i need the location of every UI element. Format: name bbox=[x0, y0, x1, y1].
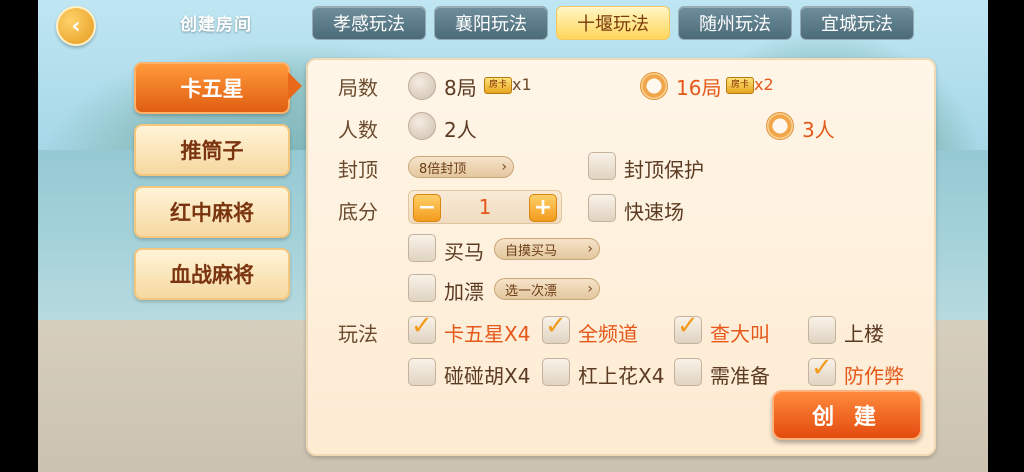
buy-horse-dropdown-value: 自摸买马 bbox=[505, 243, 558, 259]
rule-fangzuobi-label: 防作弊 bbox=[844, 364, 904, 388]
rule-gangshanghua-label: 杠上花X4 bbox=[578, 364, 665, 388]
quick-mode-label: 快速场 bbox=[624, 200, 684, 224]
base-score-stepper: − 1 + bbox=[408, 190, 562, 224]
tab-suizhou[interactable]: 随州玩法 bbox=[678, 6, 792, 40]
check-icon: ✓ bbox=[811, 353, 833, 383]
page-title: 创建房间 bbox=[180, 15, 252, 35]
settings-panel: 局数 8局 房卡 x1 16局 房卡 x2 人数 2人 3人 封顶 8倍封顶 ›… bbox=[306, 58, 936, 456]
rounds-label: 局数 bbox=[338, 76, 378, 100]
tab-yicheng[interactable]: 宜城玩法 bbox=[800, 6, 914, 40]
chevron-right-icon: › bbox=[501, 159, 507, 175]
rule-pengpenghu-checkbox[interactable] bbox=[408, 358, 436, 386]
players-3-radio[interactable] bbox=[766, 112, 794, 140]
check-icon: ✓ bbox=[677, 311, 699, 341]
chevron-right-icon: › bbox=[587, 281, 593, 297]
chevron-right-icon: › bbox=[587, 241, 593, 257]
tab-shiyan[interactable]: 十堰玩法 bbox=[556, 6, 670, 40]
rule-fangzuobi-checkbox[interactable]: ✓ bbox=[808, 353, 836, 386]
rule-quanpindao-label: 全频道 bbox=[578, 322, 638, 346]
piao-dropdown[interactable]: 选一次漂 › bbox=[494, 278, 600, 300]
sidebar: 卡五星 推筒子 红中麻将 血战麻将 bbox=[134, 62, 302, 310]
piao-checkbox[interactable] bbox=[408, 274, 436, 302]
rule-shanglou-checkbox[interactable] bbox=[808, 316, 836, 344]
rule-xuzhunbei-checkbox[interactable] bbox=[674, 358, 702, 386]
room-card-icon: 房卡 bbox=[726, 77, 754, 94]
back-button[interactable]: ‹ bbox=[56, 6, 96, 46]
piao-dropdown-value: 选一次漂 bbox=[505, 283, 558, 299]
rounds-8-label: 8局 bbox=[444, 76, 477, 100]
quick-mode-checkbox[interactable] bbox=[588, 194, 616, 222]
rule-chadajiao-checkbox[interactable]: ✓ bbox=[674, 311, 702, 344]
cap-dropdown[interactable]: 8倍封顶 › bbox=[408, 156, 514, 178]
rule-xuzhunbei-label: 需准备 bbox=[710, 364, 770, 388]
sidebar-item-tuitongzi[interactable]: 推筒子 bbox=[134, 124, 290, 176]
rule-chadajiao-label: 查大叫 bbox=[710, 322, 770, 346]
players-2-label: 2人 bbox=[444, 118, 477, 142]
players-2-radio[interactable] bbox=[408, 112, 436, 140]
sidebar-item-kawuxing[interactable]: 卡五星 bbox=[134, 62, 302, 114]
check-icon: ✓ bbox=[411, 311, 433, 341]
chevron-left-icon: ‹ bbox=[71, 13, 81, 39]
rule-kawuxing-checkbox[interactable]: ✓ bbox=[408, 311, 436, 344]
room-card-icon: 房卡 bbox=[484, 77, 512, 94]
piao-label: 加漂 bbox=[444, 280, 484, 304]
cap-dropdown-value: 8倍封顶 bbox=[419, 161, 467, 177]
left-letterbox bbox=[0, 0, 38, 472]
buy-horse-dropdown[interactable]: 自摸买马 › bbox=[494, 238, 600, 260]
plus-button[interactable]: + bbox=[529, 194, 557, 222]
players-label: 人数 bbox=[338, 118, 378, 142]
rule-kawuxing-label: 卡五星X4 bbox=[444, 322, 531, 346]
tab-xiangyang[interactable]: 襄阳玩法 bbox=[434, 6, 548, 40]
cap-protect-checkbox[interactable] bbox=[588, 152, 616, 180]
rules-label: 玩法 bbox=[338, 322, 378, 346]
rounds-16-label: 16局 bbox=[676, 76, 722, 100]
right-letterbox bbox=[988, 0, 1024, 472]
sidebar-item-hongzhong[interactable]: 红中麻将 bbox=[134, 186, 290, 238]
base-score-label: 底分 bbox=[338, 200, 378, 224]
rule-pengpenghu-label: 碰碰胡X4 bbox=[444, 364, 531, 388]
rule-gangshanghua-checkbox[interactable] bbox=[542, 358, 570, 386]
rounds-8-radio[interactable] bbox=[408, 72, 436, 100]
game-mode-tabs: 孝感玩法 襄阳玩法 十堰玩法 随州玩法 宜城玩法 bbox=[312, 6, 914, 40]
cap-protect-label: 封顶保护 bbox=[624, 158, 704, 182]
players-3-label: 3人 bbox=[802, 118, 835, 142]
rounds-8-cost: x1 bbox=[512, 75, 532, 94]
tab-xiaogan[interactable]: 孝感玩法 bbox=[312, 6, 426, 40]
cap-label: 封顶 bbox=[338, 158, 378, 182]
sidebar-item-xuezhan[interactable]: 血战麻将 bbox=[134, 248, 290, 300]
rule-shanglou-label: 上楼 bbox=[844, 322, 884, 346]
create-room-button[interactable]: 创 建 bbox=[772, 390, 922, 440]
rule-quanpindao-checkbox[interactable]: ✓ bbox=[542, 311, 570, 344]
rounds-16-radio[interactable] bbox=[640, 72, 668, 100]
rounds-16-cost: x2 bbox=[754, 75, 774, 94]
buy-horse-label: 买马 bbox=[444, 240, 484, 264]
check-icon: ✓ bbox=[545, 311, 567, 341]
buy-horse-checkbox[interactable] bbox=[408, 234, 436, 262]
